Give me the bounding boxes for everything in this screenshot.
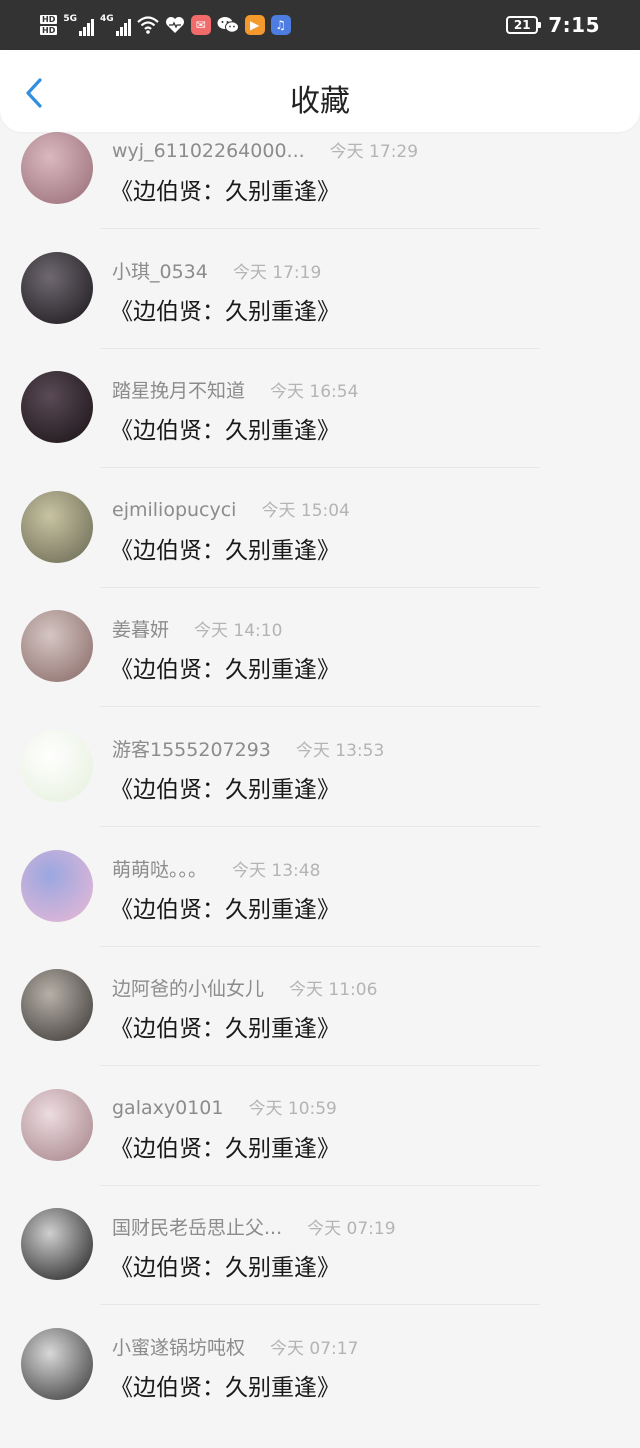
story-title[interactable]: 《边伯贤：久别重逢》: [110, 411, 340, 445]
status-bar: HD HD 5G 4G ✉ ▶ ♫ 21 7:15: [0, 0, 640, 50]
list-item[interactable]: 小蜜遂锅坊吨权 今天 07:17 《边伯贤：久别重逢》: [0, 1327, 640, 1448]
item-meta: 踏星挽月不知道 今天 16:54: [112, 376, 358, 403]
divider: [100, 1304, 540, 1306]
avatar[interactable]: [21, 610, 93, 683]
divider: [100, 347, 540, 349]
item-meta: 边阿爸的小仙女儿 今天 11:06: [112, 974, 377, 1001]
username[interactable]: 游客1555207293: [112, 735, 271, 762]
username[interactable]: 踏星挽月不知道: [112, 376, 245, 403]
list-item[interactable]: ejmiliopucyci 今天 15:04 《边伯贤：久别重逢》: [0, 490, 640, 611]
username[interactable]: 小琪_0534: [112, 257, 208, 284]
page-title: 收藏: [290, 84, 350, 119]
divider: [100, 825, 540, 827]
signal-icon-2: 4G: [100, 14, 131, 36]
avatar[interactable]: [21, 729, 93, 802]
divider: [100, 945, 540, 947]
username[interactable]: 姜暮妍: [112, 615, 169, 642]
item-meta: galaxy0101 今天 10:59: [112, 1094, 337, 1119]
header-bar: 收藏: [0, 50, 640, 132]
avatar[interactable]: [21, 132, 93, 204]
divider: [100, 228, 540, 229]
list-item[interactable]: 姜暮妍 今天 14:10 《边伯贤：久别重逢》: [0, 610, 640, 730]
username[interactable]: 边阿爸的小仙女儿: [112, 974, 264, 1001]
timestamp: 今天 16:54: [270, 382, 359, 403]
battery-indicator: 21: [506, 16, 542, 34]
network-gen-4g: 4G: [100, 14, 114, 24]
username[interactable]: 国财民老岳思止父...: [112, 1213, 282, 1240]
divider: [100, 1184, 540, 1186]
divider: [100, 586, 540, 588]
avatar[interactable]: [21, 251, 93, 324]
avatar[interactable]: [21, 1327, 93, 1400]
username[interactable]: wyj_61102264000...: [112, 140, 305, 162]
timestamp: 今天 11:06: [289, 980, 378, 1001]
timestamp: 今天 13:53: [295, 740, 385, 761]
item-meta: 姜暮妍 今天 14:10: [112, 615, 282, 642]
avatar[interactable]: [21, 1208, 93, 1281]
signal-icon: 5G: [63, 14, 94, 36]
item-meta: 国财民老岳思止父... 今天 07:19: [112, 1213, 396, 1240]
wechat-icon: [217, 17, 239, 33]
avatar[interactable]: [21, 490, 93, 563]
mail-app-icon: ✉: [190, 15, 211, 35]
list-item[interactable]: wyj_61102264000... 今天 17:29 《边伯贤：久别重逢》: [0, 132, 640, 252]
timestamp: 今天 07:19: [307, 1219, 396, 1240]
item-meta: 萌萌哒。。。 今天 13:48: [112, 855, 320, 882]
list-item[interactable]: 边阿爸的小仙女儿 今天 11:06 《边伯贤：久别重逢》: [0, 969, 640, 1089]
video-app-icon: ▶: [244, 15, 265, 35]
timestamp: 今天 07:17: [270, 1338, 359, 1359]
avatar[interactable]: [21, 969, 93, 1042]
timestamp: 今天 17:19: [232, 262, 322, 283]
story-title[interactable]: 《边伯贤：久别重逢》: [110, 1248, 340, 1282]
avatar[interactable]: [21, 1088, 93, 1161]
timestamp: 今天 17:29: [329, 142, 419, 162]
divider: [100, 467, 540, 469]
item-meta: 游客1555207293 今天 13:53: [112, 735, 384, 762]
username[interactable]: galaxy0101: [112, 1097, 223, 1119]
story-title[interactable]: 《边伯贤：久别重逢》: [110, 172, 340, 206]
status-icons: HD HD 5G 4G ✉ ▶ ♫: [40, 14, 291, 36]
list-item[interactable]: 萌萌哒。。。 今天 13:48 《边伯贤：久别重逢》: [0, 849, 640, 970]
status-time: 7:15: [548, 13, 600, 37]
network-gen-5g: 5G: [63, 14, 77, 24]
story-title[interactable]: 《边伯贤：久别重逢》: [110, 1129, 340, 1163]
item-meta: 小琪_0534 今天 17:19: [112, 257, 321, 284]
list-item[interactable]: galaxy0101 今天 10:59 《边伯贤：久别重逢》: [0, 1088, 640, 1209]
music-app-icon: ♫: [270, 15, 291, 35]
username[interactable]: 萌萌哒。。。: [112, 855, 207, 882]
story-title[interactable]: 《边伯贤：久别重逢》: [110, 650, 340, 684]
hd-icon: HD HD: [40, 15, 58, 35]
list-item[interactable]: 踏星挽月不知道 今天 16:54 《边伯贤：久别重逢》: [0, 371, 640, 491]
list-item[interactable]: 游客1555207293 今天 13:53 《边伯贤：久别重逢》: [0, 729, 640, 850]
item-meta: ejmiliopucyci 今天 15:04: [112, 496, 350, 521]
timestamp: 今天 14:10: [194, 621, 283, 642]
favorites-list: wyj_61102264000... 今天 17:29 《边伯贤：久别重逢》 小琪_0…: [0, 132, 640, 1448]
story-title[interactable]: 《边伯贤：久别重逢》: [110, 1368, 340, 1402]
list-item[interactable]: 国财民老岳思止父... 今天 07:19 《边伯贤：久别重逢》: [0, 1208, 640, 1328]
story-title[interactable]: 《边伯贤：久别重逢》: [110, 1009, 340, 1043]
item-meta: 小蜜遂锅坊吨权 今天 07:17: [112, 1333, 358, 1360]
avatar[interactable]: [21, 371, 93, 444]
story-title[interactable]: 《边伯贤：久别重逢》: [110, 890, 340, 924]
story-title[interactable]: 《边伯贤：久别重逢》: [110, 292, 340, 326]
wifi-icon: [136, 16, 159, 34]
timestamp: 今天 15:04: [261, 500, 350, 521]
divider: [100, 1065, 540, 1067]
username[interactable]: ejmiliopucyci: [112, 499, 236, 521]
avatar[interactable]: [21, 849, 93, 922]
timestamp: 今天 10:59: [248, 1098, 337, 1119]
item-meta: wyj_61102264000... 今天 17:29: [112, 137, 418, 162]
story-title[interactable]: 《边伯贤：久别重逢》: [110, 770, 340, 804]
heart-icon: [165, 17, 184, 33]
divider: [100, 706, 540, 708]
story-title[interactable]: 《边伯贤：久别重逢》: [110, 531, 340, 565]
list-item[interactable]: 小琪_0534 今天 17:19 《边伯贤：久别重逢》: [0, 251, 640, 372]
username[interactable]: 小蜜遂锅坊吨权: [112, 1333, 245, 1360]
timestamp: 今天 13:48: [232, 860, 321, 881]
